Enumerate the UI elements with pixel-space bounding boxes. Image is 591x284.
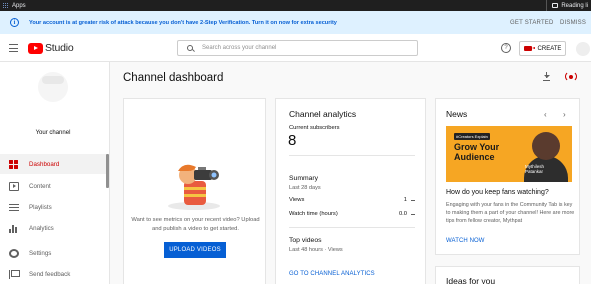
feedback-icon — [9, 269, 20, 279]
studio-header: Studio Search across your channel ? CREA… — [0, 34, 591, 62]
ideas-card: Ideas for you — [435, 266, 580, 284]
logo-text: Studio — [45, 42, 74, 54]
go-live-icon[interactable] — [565, 71, 577, 82]
metric-row-views: Views 1 — [289, 197, 415, 203]
youtube-play-icon — [28, 42, 43, 54]
apps-shortcut[interactable]: Apps — [3, 2, 26, 9]
video-camera-icon — [523, 46, 535, 51]
sidebar-item-label: Settings — [29, 249, 52, 257]
no-change-icon — [411, 213, 415, 215]
summary-title: Summary — [289, 175, 319, 182]
browser-bookmarks-bar: Apps Reading li — [0, 0, 591, 11]
metric-label: Watch time (hours) — [289, 211, 338, 217]
settings-icon — [9, 248, 19, 258]
person-head — [532, 132, 560, 160]
security-banner: i Your account is at greater risk of att… — [0, 11, 591, 34]
news-headline: How do you keep fans watching? — [446, 189, 549, 196]
sidebar-item-analytics[interactable]: Analytics — [0, 218, 106, 238]
create-label: CREATE — [537, 45, 562, 52]
sidebar-item-label: Send feedback — [29, 270, 71, 278]
news-thumbnail[interactable]: #Creators Explain Grow Your Audience Myt… — [446, 126, 572, 182]
image-headline: Grow Your Audience — [454, 142, 500, 162]
upload-videos-button[interactable]: UPLOAD VIDEOS — [164, 242, 226, 258]
sidebar-item-playlists[interactable]: Playlists — [0, 197, 106, 217]
reading-list-icon — [552, 3, 559, 8]
sidebar-item-label: Analytics — [29, 224, 54, 232]
news-body: Engaging with your fans in the Community… — [446, 202, 575, 224]
chevron-left-icon[interactable]: ‹ — [544, 110, 547, 119]
watch-now-link[interactable]: WATCH NOW — [446, 238, 485, 244]
sidebar-item-label: Playlists — [29, 203, 52, 211]
subscribers-count: 8 — [288, 132, 297, 149]
summary-period: Last 28 days — [289, 185, 321, 191]
dismiss-button[interactable]: DISMISS — [560, 11, 586, 34]
chevron-right-icon[interactable]: › — [563, 110, 566, 119]
apps-label: Apps — [12, 2, 26, 9]
upload-icon[interactable] — [541, 71, 552, 82]
search-icon — [187, 45, 193, 51]
your-channel-label: Your channel — [35, 130, 71, 136]
analytics-icon — [9, 224, 19, 233]
go-to-channel-analytics-link[interactable]: GO TO CHANNEL ANALYTICS — [289, 271, 375, 277]
upload-prompt: Want to see metrics on your recent video… — [131, 217, 260, 232]
page-title: Channel dashboard — [123, 72, 224, 84]
account-avatar[interactable] — [576, 42, 590, 56]
content-icon — [9, 181, 19, 191]
reading-list-label: Reading li — [561, 2, 588, 9]
sidebar-item-content[interactable]: Content — [0, 176, 106, 196]
get-started-button[interactable]: GET STARTED — [510, 11, 554, 34]
subscribers-label: Current subscribers — [289, 125, 340, 131]
divider — [289, 227, 415, 228]
dashboard-icon — [9, 159, 19, 169]
search-input[interactable]: Search across your channel — [177, 40, 418, 56]
camera-operator-illustration — [168, 164, 220, 210]
image-badge: #Creators Explain — [454, 133, 490, 140]
news-title: News — [446, 109, 468, 119]
ideas-title: Ideas for you — [446, 276, 496, 284]
search-placeholder: Search across your channel — [202, 45, 277, 51]
banner-message: Your account is at greater risk of attac… — [29, 19, 337, 26]
sidebar-item-settings[interactable]: Settings — [0, 243, 106, 263]
sidebar-item-send-feedback[interactable]: Send feedback — [0, 264, 106, 284]
studio-logo[interactable]: Studio — [28, 42, 74, 54]
help-icon[interactable]: ? — [501, 43, 511, 53]
metric-label: Views — [289, 197, 305, 203]
sidebar-scrollbar[interactable] — [106, 154, 109, 188]
info-icon: i — [10, 18, 19, 27]
metric-value: 0.0 — [398, 211, 407, 217]
top-videos-title: Top videos — [289, 237, 322, 244]
channel-analytics-card: Channel analytics Current subscribers 8 … — [275, 98, 426, 284]
top-videos-period: Last 48 hours · Views — [289, 247, 343, 253]
sidebar-item-dashboard[interactable]: Dashboard — [0, 154, 106, 174]
metric-row-watch-time: Watch time (hours) 0.0 — [289, 211, 415, 217]
analytics-title: Channel analytics — [289, 109, 357, 119]
image-person-name: Mythilesh Patankar — [524, 164, 544, 174]
divider — [289, 155, 415, 156]
apps-grid-icon — [3, 2, 9, 9]
upload-video-card: Want to see metrics on your recent video… — [123, 98, 266, 284]
reading-list-button[interactable]: Reading li — [546, 0, 588, 11]
sidebar: Your channel Dashboard Content Playlists… — [0, 62, 110, 284]
playlists-icon — [9, 203, 19, 212]
menu-icon[interactable] — [9, 44, 18, 52]
metric-value: 1 — [403, 197, 407, 203]
sidebar-item-label: Dashboard — [29, 160, 60, 168]
create-button[interactable]: CREATE — [519, 41, 566, 56]
no-change-icon — [411, 199, 415, 201]
channel-avatar[interactable] — [38, 72, 68, 102]
news-card: News ‹ › #Creators Explain Grow Your Aud… — [435, 98, 580, 255]
sidebar-item-label: Content — [29, 182, 51, 190]
